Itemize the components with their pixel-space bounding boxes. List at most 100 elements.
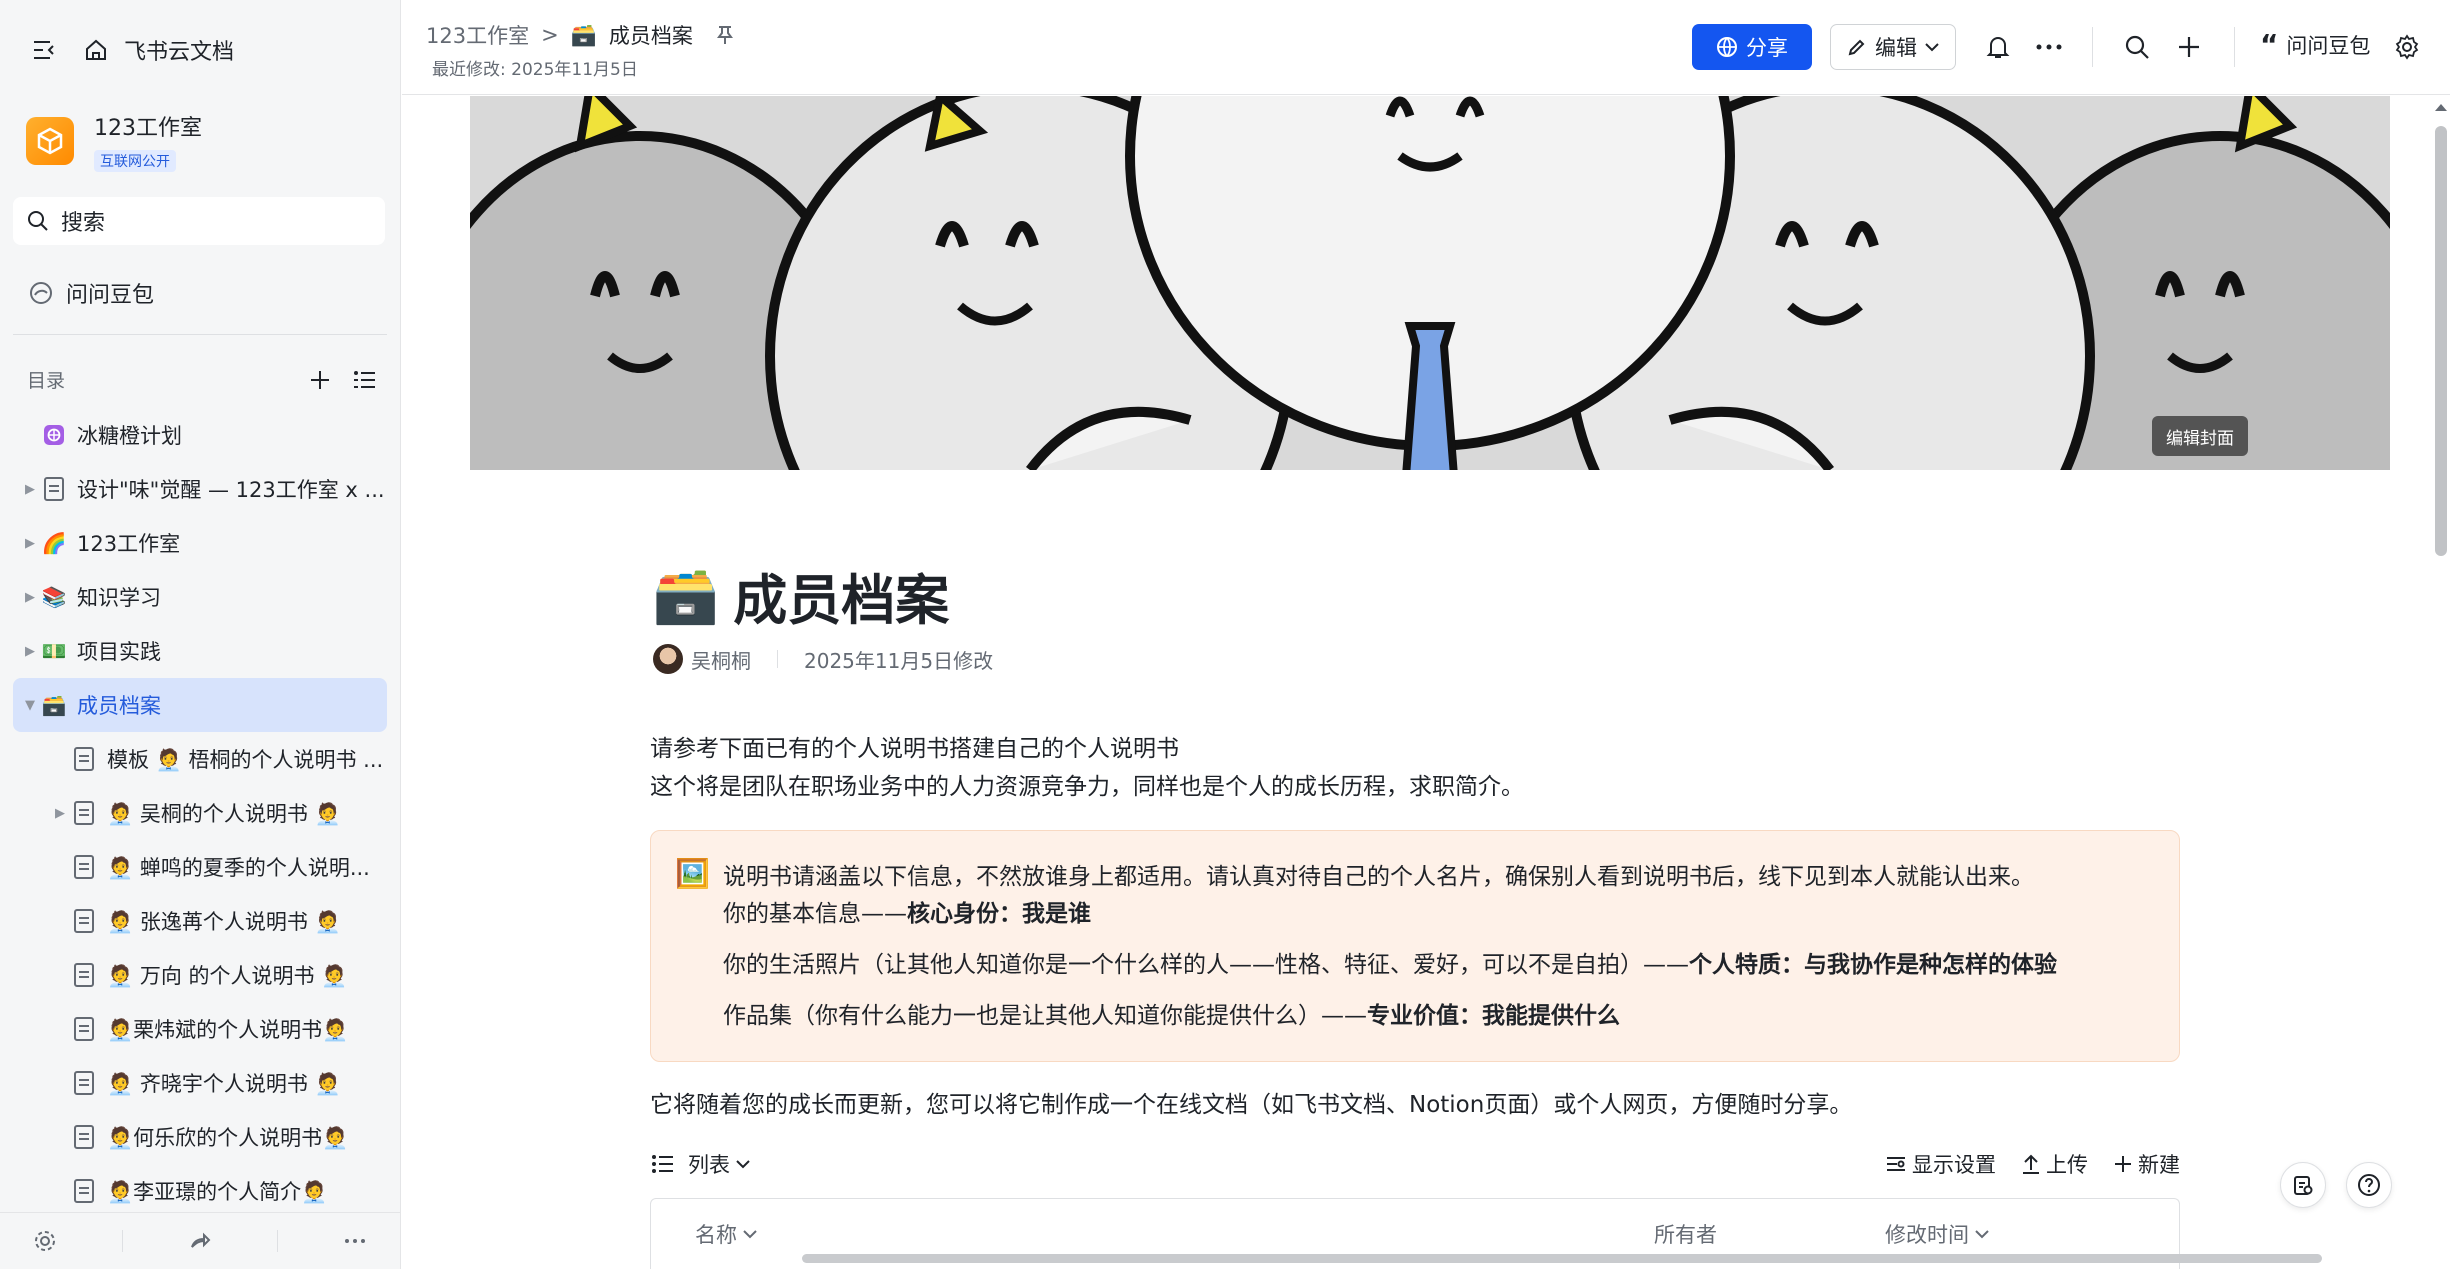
sidebar-item[interactable]: 模板 🧑‍💼 梧桐的个人说明书 ... — [13, 732, 387, 786]
upload-button[interactable]: 上传 — [2022, 1149, 2088, 1179]
callout-line-3-bold: 个人特质：与我协作是种怎样的体验 — [1689, 952, 2057, 978]
sidebar-item-label: 冰糖橙计划 — [77, 424, 182, 448]
add-icon[interactable] — [309, 369, 331, 391]
column-header-owner[interactable]: 所有者 — [1654, 1219, 1717, 1249]
sidebar-item[interactable]: ▶ 🧑‍💼 吴桐的个人说明书 🧑‍💼 — [13, 786, 387, 840]
horizontal-scrollbar[interactable] — [802, 1254, 2322, 1263]
more-icon[interactable] — [343, 1229, 367, 1253]
new-button[interactable]: 新建 — [2114, 1149, 2180, 1179]
ask-doubao-button[interactable]: “ 问问豆包 — [2260, 30, 2370, 60]
picture-icon: 🖼️ — [675, 857, 710, 890]
doc-icon — [71, 854, 97, 880]
toc-label: 目录 — [27, 370, 66, 392]
sidebar-item-label: 知识学习 — [77, 586, 161, 610]
footer-separator — [277, 1230, 279, 1252]
sidebar-item[interactable]: 🧑‍💼 万向 的个人说明书 🧑‍💼 — [13, 948, 387, 1002]
avatar[interactable] — [653, 644, 683, 674]
sidebar-item[interactable]: ▶ 💵 项目实践 — [13, 624, 387, 678]
sidebar-item[interactable]: 🧑‍💼 蝉鸣的夏季的个人说明... — [13, 840, 387, 894]
chevron-down-icon — [1975, 1230, 1989, 1239]
sidebar-item[interactable]: 🧑‍💼 张逸苒个人说明书 🧑‍💼 — [13, 894, 387, 948]
doc-icon — [71, 1124, 97, 1150]
view-mode-dropdown[interactable]: 列表 — [652, 1149, 750, 1179]
sidebar-item[interactable]: ▶ 🌈 123工作室 — [13, 516, 387, 570]
ask-label: 问问豆包 — [66, 283, 155, 308]
vertical-scrollbar[interactable] — [2435, 126, 2447, 556]
column-header-owner-label: 所有者 — [1654, 1223, 1717, 1247]
globe-icon — [1717, 37, 1737, 57]
pencil-icon — [1848, 39, 1865, 56]
plus-icon[interactable] — [2174, 32, 2204, 62]
doc-outline-button[interactable] — [2280, 1162, 2326, 1208]
pin-icon[interactable] — [715, 24, 735, 46]
collapse-sidebar-icon[interactable] — [30, 36, 58, 64]
emoji-icon: 🌈 — [41, 531, 67, 555]
sidebar-item-label: 🧑‍💼李亚璟的个人简介🧑‍💼 — [107, 1180, 328, 1204]
expand-arrow-icon[interactable]: ▶ — [19, 536, 41, 551]
sidebar-footer — [0, 1212, 400, 1269]
sidebar-item-label: 🧑‍💼 张逸苒个人说明书 🧑‍💼 — [107, 910, 341, 934]
display-settings-label: 显示设置 — [1912, 1153, 1996, 1177]
expand-arrow-icon[interactable]: ▶ — [19, 482, 41, 497]
sidebar-item[interactable]: ▼ 🗃️ 成员档案 — [13, 678, 387, 732]
sidebar-item-label: 🧑‍💼何乐欣的个人说明书🧑‍💼 — [107, 1126, 349, 1150]
callout-block[interactable]: 🖼️ 说明书请涵盖以下信息，不然放谁身上都适用。请认真对待自己的个人名片，确保别… — [650, 830, 2180, 1062]
app-title: 飞书云文档 — [124, 40, 235, 65]
home-icon — [82, 36, 110, 64]
sidebar-item[interactable]: 🧑‍💼李亚璟的个人简介🧑‍💼 — [13, 1164, 387, 1218]
share-out-icon[interactable] — [188, 1229, 212, 1253]
outro-paragraph[interactable]: 它将随着您的成长而更新，您可以将它制作成一个在线文档（如飞书文档、Notion页… — [650, 1086, 1852, 1124]
doc-tree: 冰糖橙计划 ▶ 设计"味"觉醒 — 123工作室 x ... ▶ 🌈 123工作室 ▶ 📚 知识… — [13, 408, 387, 1218]
share-button[interactable]: 分享 — [1692, 24, 1812, 70]
sidebar-item[interactable]: 🧑‍💼何乐欣的个人说明书🧑‍💼 — [13, 1110, 387, 1164]
home-link[interactable]: 飞书云文档 — [82, 34, 234, 66]
scroll-up-arrow-icon[interactable] — [2434, 102, 2448, 112]
emoji-icon: 📚 — [41, 585, 67, 609]
sidebar-item[interactable]: ▶ 设计"味"觉醒 — 123工作室 x ... — [13, 462, 387, 516]
sidebar-item[interactable]: 🧑‍💼栗炜斌的个人说明书🧑‍💼 — [13, 1002, 387, 1056]
doc-icon — [41, 476, 67, 502]
search-input[interactable]: 搜索 — [13, 197, 385, 245]
sidebar-item[interactable]: ▶ 📚 知识学习 — [13, 570, 387, 624]
sidebar-item-label: 成员档案 — [77, 694, 161, 718]
breadcrumb-root[interactable]: 123工作室 — [426, 20, 529, 50]
bell-icon[interactable] — [1983, 32, 2013, 62]
doc-icon-shape — [74, 747, 94, 771]
workspace-name: 123工作室 — [94, 116, 202, 141]
column-header-name[interactable]: 名称 — [695, 1219, 757, 1249]
workspace-header[interactable]: 123工作室 互联网公开 — [26, 110, 202, 172]
sidebar-item-label: 🧑‍💼栗炜斌的个人说明书🧑‍💼 — [107, 1018, 349, 1042]
expand-arrow-icon[interactable]: ▶ — [49, 806, 71, 821]
edit-cover-button[interactable]: 编辑封面 — [2152, 416, 2248, 456]
author-name[interactable]: 吴桐桐 — [691, 645, 751, 674]
edit-mode-button[interactable]: 编辑 — [1830, 24, 1956, 70]
expand-arrow-icon[interactable]: ▶ — [19, 644, 41, 659]
emoji-icon: 🗃️ — [41, 693, 67, 717]
breadcrumb-current[interactable]: 成员档案 — [609, 20, 693, 50]
doc-icon-shape — [74, 1125, 94, 1149]
doc-meta: 吴桐桐 2025年11月5日修改 — [653, 644, 993, 674]
sidebar-item[interactable]: 冰糖橙计划 — [13, 408, 387, 462]
title-icon[interactable]: 🗃️ — [652, 564, 719, 628]
help-button[interactable] — [2346, 1162, 2392, 1208]
sidebar-item[interactable]: 🧑‍💼 齐晓宇个人说明书 🧑‍💼 — [13, 1056, 387, 1110]
callout-line-2-text: 你的基本信息—— — [723, 901, 907, 927]
chevron-down-icon — [736, 1160, 750, 1169]
title-text[interactable]: 成员档案 — [733, 556, 949, 635]
search-icon[interactable] — [2122, 32, 2152, 62]
expand-arrow-icon[interactable]: ▶ — [19, 590, 41, 605]
column-header-modified[interactable]: 修改时间 — [1885, 1219, 1989, 1249]
settings-icon[interactable] — [33, 1229, 57, 1253]
more-options-icon[interactable] — [2034, 32, 2064, 62]
callout-line-2-bold: 核心身份：我是谁 — [907, 901, 1091, 927]
gear-icon[interactable] — [2392, 32, 2422, 62]
intro-line-1[interactable]: 请参考下面已有的个人说明书搭建自己的个人说明书 — [650, 730, 1179, 768]
intro-line-2[interactable]: 这个将是团队在职场业务中的人力资源竞争力，同样也是个人的成长历程，求职简介。 — [650, 768, 1524, 806]
display-settings-button[interactable]: 显示设置 — [1886, 1149, 1996, 1179]
edit-label: 编辑 — [1875, 36, 1917, 60]
expanded-arrow-icon[interactable]: ▼ — [19, 698, 41, 713]
ask-doubao-link[interactable]: 问问豆包 — [28, 277, 154, 309]
doc-icon — [71, 746, 97, 772]
new-label: 新建 — [2138, 1153, 2180, 1177]
list-settings-icon[interactable] — [353, 369, 377, 391]
